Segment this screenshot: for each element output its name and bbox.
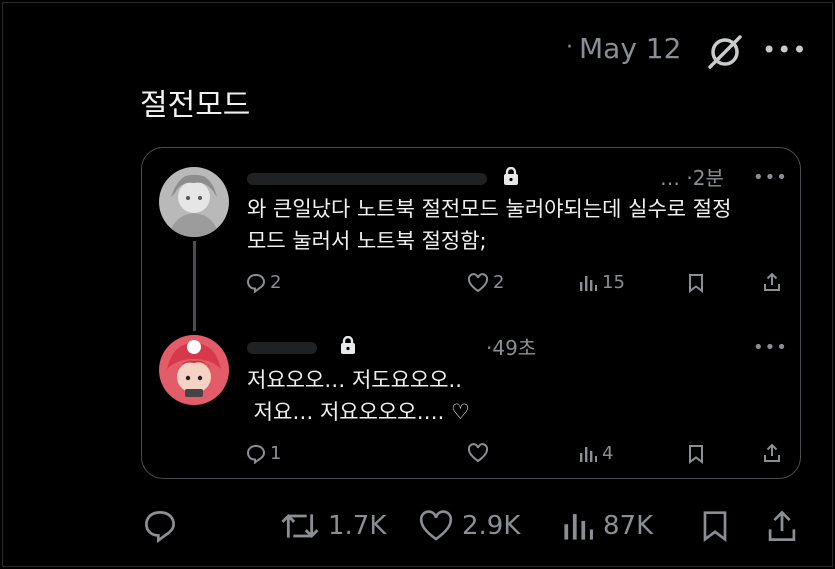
share-icon — [768, 510, 796, 541]
post-date[interactable]: · May 12 — [566, 32, 681, 65]
action-bar: 1.7K 2.9K 87K — [0, 505, 835, 549]
heart-icon — [467, 272, 489, 292]
bookmark-button[interactable] — [700, 509, 730, 543]
post-text: 절전모드 — [140, 88, 251, 123]
views-button[interactable]: 15 — [578, 272, 625, 293]
post-body: 저요오오… 저도요오오.. 저요… 저요오오오…. ♡ — [247, 368, 470, 424]
views-button[interactable]: 4 — [578, 443, 613, 464]
date-text: May 12 — [579, 32, 682, 65]
reply-icon — [145, 511, 175, 543]
share-button[interactable] — [762, 272, 782, 292]
bookmark-button[interactable] — [687, 273, 705, 293]
post-body: 와 큰일났다 노트북 절전모드 눌러야되는데 실수로 절정 모드 눌러서 노트북… — [247, 197, 732, 253]
more-options-icon[interactable]: ••• — [753, 337, 788, 358]
bookmark-icon — [689, 274, 703, 293]
like-button[interactable] — [467, 443, 493, 463]
heart-icon — [419, 510, 453, 541]
views-icon — [580, 275, 597, 291]
time-text: 49초 — [492, 336, 537, 360]
share-icon — [764, 272, 780, 291]
views-count: 15 — [602, 272, 625, 293]
like-count: 2 — [493, 272, 505, 293]
date-separator: · — [566, 35, 573, 60]
reply-icon — [246, 273, 266, 293]
time-prefix: … · — [660, 166, 693, 190]
reply-button[interactable]: 2 — [246, 272, 281, 293]
quoted-thread-card[interactable]: … ·2분 ••• 와 큰일났다 노트북 절전모드 눌러야되는데 실수로 절정 … — [141, 147, 801, 479]
reply-count: 1 — [270, 443, 282, 464]
reply-icon — [246, 444, 266, 464]
views-count: 87K — [603, 511, 654, 541]
more-options-icon[interactable]: ••• — [762, 36, 807, 64]
post-time[interactable]: … ·2분 — [660, 162, 724, 191]
repost-button[interactable]: 1.7K — [280, 509, 386, 543]
repost-count: 1.7K — [328, 511, 387, 541]
like-button[interactable]: 2.9K — [418, 509, 520, 543]
share-button[interactable] — [765, 509, 799, 543]
more-options-icon[interactable]: ••• — [753, 167, 788, 188]
like-button[interactable]: 2 — [467, 272, 504, 293]
avatar[interactable] — [159, 335, 229, 405]
views-icon — [564, 514, 593, 540]
reply-button[interactable] — [143, 509, 177, 543]
heart-icon — [467, 443, 489, 463]
reply-button[interactable]: 1 — [246, 443, 281, 464]
reply-count: 2 — [270, 272, 282, 293]
post-time[interactable]: ·49초 — [486, 332, 536, 361]
views-count: 4 — [602, 443, 614, 464]
thread-connector — [193, 241, 196, 331]
lock-icon — [503, 166, 519, 185]
bookmark-icon — [703, 511, 727, 542]
grok-icon[interactable] — [706, 34, 744, 74]
views-icon — [580, 446, 597, 462]
lock-icon — [340, 335, 356, 354]
blurred-username — [247, 342, 317, 354]
share-icon — [764, 443, 780, 462]
bookmark-icon — [689, 445, 703, 464]
time-text: 2분 — [692, 166, 724, 190]
repost-icon — [281, 513, 319, 539]
like-count: 2.9K — [462, 511, 521, 541]
bookmark-button[interactable] — [687, 444, 705, 464]
blurred-username — [247, 173, 487, 185]
avatar[interactable] — [159, 167, 229, 237]
views-button[interactable]: 87K — [561, 509, 653, 543]
share-button[interactable] — [762, 443, 782, 463]
